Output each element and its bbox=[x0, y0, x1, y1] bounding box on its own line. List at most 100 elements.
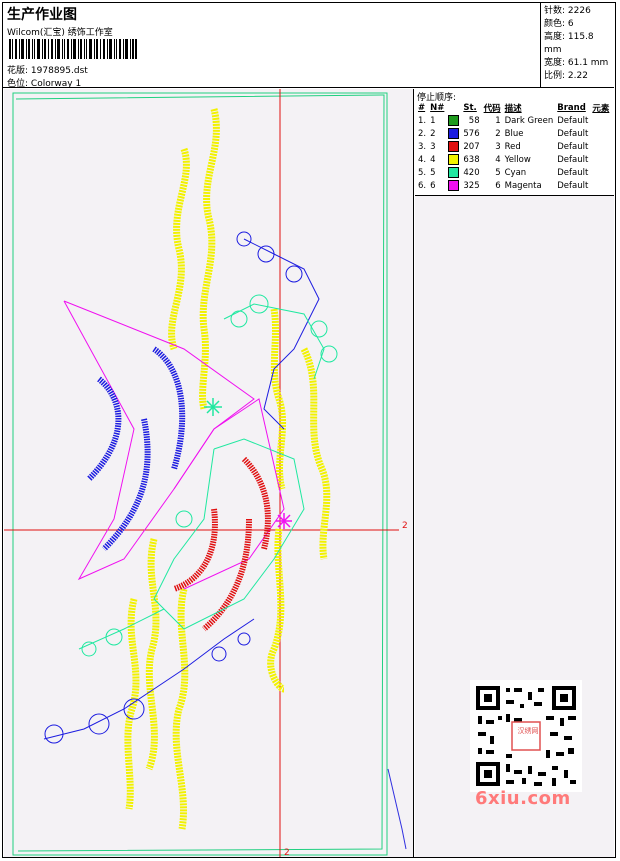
table-row: 4. 4 638 4 Yellow Default bbox=[416, 153, 611, 166]
col-description: 描述 bbox=[504, 103, 522, 114]
row-description: Magenta bbox=[504, 180, 542, 191]
row-element bbox=[590, 166, 611, 179]
color-swatch bbox=[446, 127, 461, 140]
header: 生产作业图 Wilcom(汇宝) 绣饰工作室 花版: 1978895.dst 色… bbox=[3, 3, 540, 89]
color-count: 颜色: 6 bbox=[544, 19, 574, 29]
row-description: Cyan bbox=[504, 167, 527, 178]
design-canvas[interactable]: 2 2 bbox=[4, 89, 414, 857]
color-swatch-box bbox=[448, 115, 460, 126]
magenta-star-center bbox=[276, 513, 292, 529]
col-stitches: St. bbox=[463, 102, 477, 113]
color-swatch bbox=[446, 114, 461, 127]
design-label: 花版: bbox=[7, 66, 29, 76]
color-swatch bbox=[446, 153, 461, 166]
qr-seal: 汉绣网 bbox=[517, 727, 539, 735]
design-info: 花版: 1978895.dst bbox=[7, 63, 88, 76]
barcode bbox=[9, 39, 137, 59]
design-width: 宽度: 61.1 mm bbox=[544, 58, 609, 68]
row-brand: Default bbox=[557, 167, 589, 178]
qr-code bbox=[470, 680, 582, 792]
stitch-count: 针数: 2226 bbox=[544, 6, 591, 16]
col-element: 元素 bbox=[592, 103, 610, 114]
color-swatch bbox=[446, 179, 461, 192]
row-stitches: 58 bbox=[468, 115, 480, 126]
yellow-seaweed bbox=[124, 108, 331, 830]
row-code: 1 bbox=[495, 115, 501, 126]
magenta-fish-outline bbox=[63, 300, 285, 590]
row-number: 6 bbox=[430, 180, 436, 191]
row-code: 4 bbox=[495, 154, 501, 165]
row-index: 2. bbox=[418, 128, 427, 139]
row-number: 3 bbox=[430, 141, 436, 152]
row-index: 3. bbox=[418, 141, 427, 152]
color-sequence-panel: 停止顺序: # N# St. 代码 描述 Brand 元素 1. 1 58 1 Dark… bbox=[415, 89, 614, 196]
embroidery-preview: 2 2 bbox=[4, 89, 408, 857]
color-sequence-table: # N# St. 代码 描述 Brand 元素 1. 1 58 1 Dark Green… bbox=[416, 101, 611, 192]
row-number: 5 bbox=[430, 167, 436, 178]
side-panel: 停止顺序: # N# St. 代码 描述 Brand 元素 1. 1 58 1 Dark… bbox=[415, 89, 614, 857]
col-code: 代码 bbox=[483, 103, 501, 114]
col-swatch bbox=[446, 101, 461, 114]
row-description: Dark Green bbox=[504, 115, 554, 126]
axis-label-right: 2 bbox=[402, 521, 408, 531]
row-index: 6. bbox=[418, 180, 427, 191]
color-swatch-box bbox=[448, 154, 460, 165]
row-description: Blue bbox=[504, 128, 524, 139]
row-code: 5 bbox=[495, 167, 501, 178]
table-row: 5. 5 420 5 Cyan Default bbox=[416, 166, 611, 179]
row-stitches: 207 bbox=[463, 141, 480, 152]
row-number: 2 bbox=[430, 128, 436, 139]
row-description: Red bbox=[504, 141, 521, 152]
page-title: 生产作业图 bbox=[7, 7, 77, 23]
color-swatch-box bbox=[448, 180, 460, 191]
row-index: 5. bbox=[418, 167, 427, 178]
design-stats: 针数: 2226 颜色: 6 高度: 115.8 mm 宽度: 61.1 mm … bbox=[540, 3, 614, 88]
row-number: 1 bbox=[430, 115, 436, 126]
table-row: 6. 6 325 6 Magenta Default bbox=[416, 179, 611, 192]
col-number: N# bbox=[430, 102, 445, 113]
row-code: 3 bbox=[495, 141, 501, 152]
row-element bbox=[590, 179, 611, 192]
table-row: 1. 1 58 1 Dark Green Default bbox=[416, 114, 611, 127]
site-watermark[interactable]: 6xiu.com bbox=[475, 788, 571, 809]
design-ratio: 比例: 2.22 bbox=[544, 71, 588, 81]
colorway-info: 色位: Colorway 1 bbox=[7, 76, 81, 89]
row-brand: Default bbox=[557, 180, 589, 191]
table-row: 2. 2 576 2 Blue Default bbox=[416, 127, 611, 140]
row-code: 6 bbox=[495, 180, 501, 191]
blue-fins bbox=[86, 346, 186, 552]
studio-name: Wilcom(汇宝) 绣饰工作室 bbox=[7, 28, 113, 38]
color-swatch bbox=[446, 140, 461, 153]
axis-label-bottom: 2 bbox=[284, 848, 290, 857]
row-brand: Default bbox=[557, 128, 589, 139]
row-index: 1. bbox=[418, 115, 427, 126]
hoop-outline-inner bbox=[15, 94, 385, 852]
row-stitches: 325 bbox=[463, 180, 480, 191]
row-stitches: 638 bbox=[463, 154, 480, 165]
hoop-outline-green bbox=[12, 92, 388, 856]
colorway-label: 色位: bbox=[7, 79, 29, 89]
row-element bbox=[590, 127, 611, 140]
color-swatch bbox=[446, 166, 461, 179]
blue-jump-line bbox=[387, 768, 407, 850]
table-row: 3. 3 207 3 Red Default bbox=[416, 140, 611, 153]
colorway-value: Colorway 1 bbox=[30, 79, 82, 89]
color-swatch-box bbox=[448, 128, 460, 139]
col-brand: Brand bbox=[557, 102, 586, 113]
row-stitches: 576 bbox=[463, 128, 480, 139]
row-stitches: 420 bbox=[463, 167, 480, 178]
row-brand: Default bbox=[557, 141, 589, 152]
cyan-star bbox=[204, 398, 222, 416]
row-element bbox=[590, 114, 611, 127]
row-brand: Default bbox=[557, 115, 589, 126]
row-element bbox=[590, 153, 611, 166]
red-fins bbox=[172, 456, 271, 632]
table-header-row: # N# St. 代码 描述 Brand 元素 bbox=[416, 101, 611, 114]
row-description: Yellow bbox=[504, 154, 531, 165]
row-code: 2 bbox=[495, 128, 501, 139]
row-brand: Default bbox=[557, 154, 589, 165]
design-file: 1978895.dst bbox=[30, 66, 88, 76]
design-height: 高度: 115.8 mm bbox=[544, 32, 594, 55]
cyan-outline bbox=[78, 294, 338, 657]
row-index: 4. bbox=[418, 154, 427, 165]
